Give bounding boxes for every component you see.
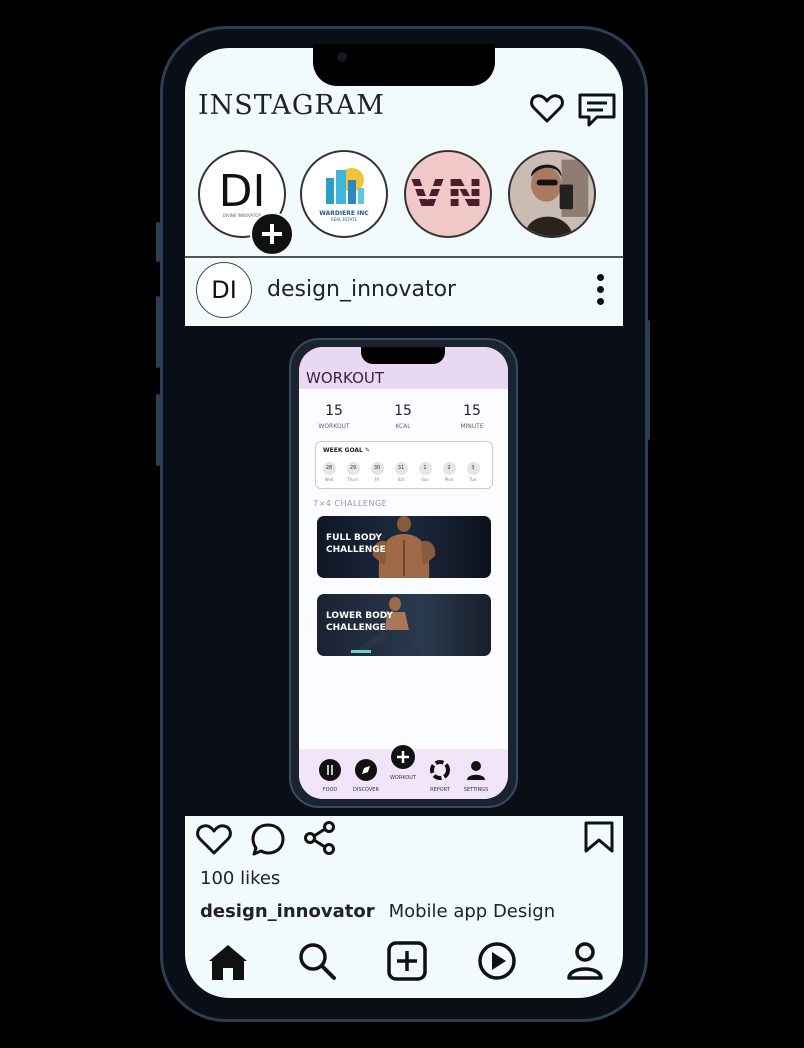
- story-sublabel: WARDIERE INC: [319, 210, 369, 217]
- side-button: [156, 222, 160, 262]
- person-photo: [510, 152, 594, 236]
- volume-up-button: [156, 296, 160, 368]
- edit-icon: ✎: [364, 447, 371, 454]
- building-logo-icon: [326, 168, 364, 204]
- day-item[interactable]: 28 Wed: [320, 462, 338, 482]
- stat-minute: 15 MINUTE: [442, 403, 502, 430]
- profile-settings-icon: [467, 761, 485, 780]
- story-label: VN: [410, 168, 486, 220]
- stat-value: 15: [325, 403, 343, 419]
- stat-workout: 15 WORKOUT: [304, 403, 364, 430]
- challenge-label: LOWER BODY CHALLENGE: [326, 611, 394, 633]
- home-icon[interactable]: [206, 942, 250, 982]
- app-title: INSTAGRAM: [198, 90, 385, 121]
- challenge-card-full-body[interactable]: FULL BODY CHALLENGE: [317, 516, 491, 578]
- stat-label: WORKOUT: [318, 423, 350, 430]
- challenge-card-lower-body[interactable]: LOWER BODY CHALLENGE: [317, 594, 491, 656]
- nav-food[interactable]: FOOD: [312, 759, 348, 793]
- more-options-icon[interactable]: [594, 274, 606, 310]
- stat-label: KCAL: [395, 423, 411, 430]
- day-item[interactable]: 30 Fri: [368, 462, 386, 482]
- mockup-notch: [361, 347, 445, 364]
- post-caption: design_innovator Mobile app Design: [200, 901, 555, 922]
- power-button: [646, 320, 650, 440]
- add-post-icon[interactable]: [386, 940, 428, 982]
- stat-kcal: 15 KCAL: [373, 403, 433, 430]
- stat-value: 15: [394, 403, 412, 419]
- volume-down-button: [156, 394, 160, 466]
- day-item[interactable]: 3 Tue: [464, 462, 482, 482]
- like-count: 100 likes: [200, 868, 281, 889]
- stat-value: 15: [463, 403, 481, 419]
- stories-divider: [185, 256, 623, 258]
- mockup-title: WORKOUT: [306, 369, 385, 387]
- report-icon: [430, 760, 450, 780]
- day-item[interactable]: 1 Sun: [416, 462, 434, 482]
- phone-notch: [313, 44, 495, 86]
- share-icon[interactable]: [302, 820, 338, 856]
- challenge-label: FULL BODY CHALLENGE: [326, 533, 386, 555]
- nav-discover[interactable]: DISCOVER: [348, 759, 384, 793]
- comment-icon[interactable]: [250, 822, 286, 858]
- food-icon: [319, 759, 341, 781]
- story-vn[interactable]: VN: [404, 150, 492, 238]
- story-profile-photo[interactable]: [508, 150, 596, 238]
- add-workout-icon: [391, 745, 415, 769]
- week-goal-title: WEEK GOAL ✎: [323, 447, 371, 454]
- day-item[interactable]: 29 Thurs: [344, 462, 362, 482]
- messages-icon[interactable]: [577, 92, 617, 128]
- camera-dot: [337, 52, 347, 62]
- mockup-bottom-nav: FOOD DISCOVER WORKOUT REPORT SETTINGS: [299, 745, 508, 799]
- mockup-screen: WORKOUT 15 WORKOUT 15 KCAL 15 MINUTE WEE…: [299, 347, 508, 799]
- reels-icon[interactable]: [476, 940, 518, 982]
- story-label: DI: [218, 166, 266, 217]
- bookmark-icon[interactable]: [583, 820, 615, 854]
- day-item[interactable]: 2 Mon: [440, 462, 458, 482]
- nav-settings[interactable]: SETTINGS: [458, 759, 494, 793]
- nav-workout[interactable]: WORKOUT: [385, 745, 421, 781]
- caption-text: Mobile app Design: [388, 901, 556, 922]
- search-icon[interactable]: [296, 940, 338, 982]
- day-item[interactable]: 31 Sat: [392, 462, 410, 482]
- caption-username[interactable]: design_innovator: [200, 901, 375, 922]
- like-icon[interactable]: [196, 824, 232, 856]
- story-sublabel-2: REAL ESTATE: [330, 217, 358, 222]
- week-goal-card[interactable]: WEEK GOAL ✎ 28 Wed 29 Thurs 30 Fri 31 Sat 1S…: [315, 441, 493, 489]
- discover-icon: [355, 759, 377, 781]
- post-avatar[interactable]: DI: [196, 262, 252, 318]
- stat-label: MINUTE: [460, 423, 484, 430]
- challenge-heading: 7×4 CHALLENGE: [313, 499, 388, 508]
- story-wardiere-inc[interactable]: WARDIERE INC REAL ESTATE: [300, 150, 388, 238]
- post-username[interactable]: design_innovator: [267, 277, 456, 302]
- nav-report[interactable]: REPORT: [422, 759, 458, 793]
- add-story-icon[interactable]: [250, 212, 294, 256]
- heart-icon[interactable]: [530, 94, 564, 124]
- profile-icon[interactable]: [564, 940, 606, 982]
